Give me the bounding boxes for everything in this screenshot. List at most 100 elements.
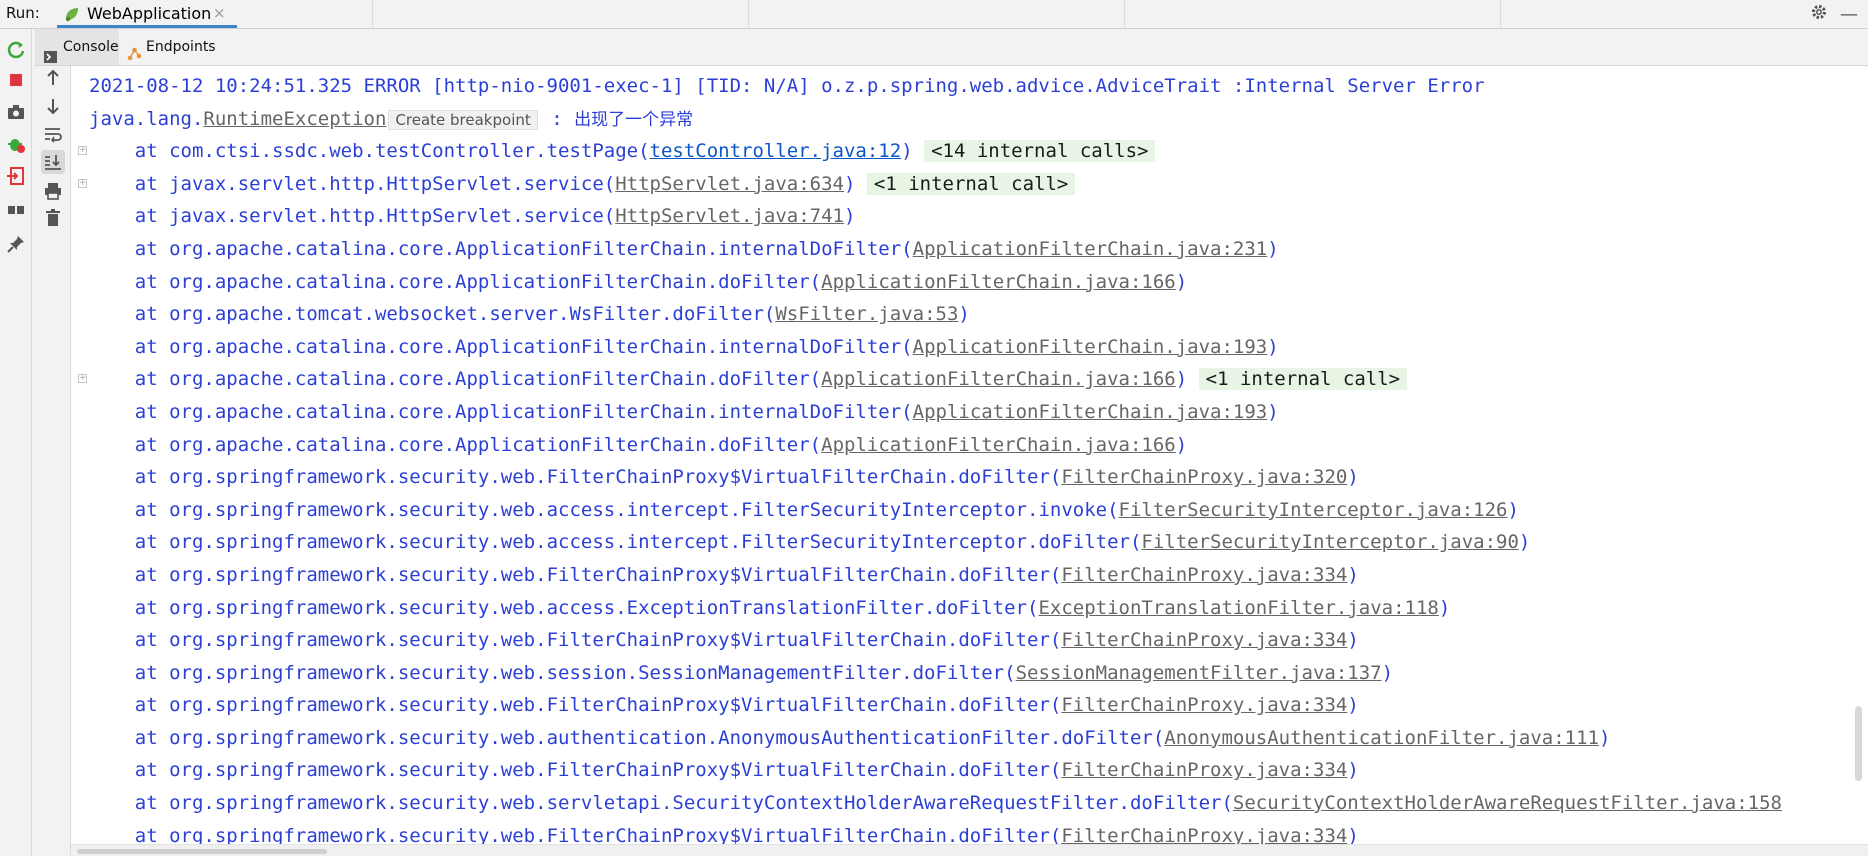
frame-method: org.apache.catalina.core.ApplicationFilt… xyxy=(169,270,810,293)
rerun-icon[interactable] xyxy=(5,39,27,61)
paren: ( xyxy=(763,303,776,326)
divider xyxy=(1124,0,1125,28)
tab-web-application[interactable]: WebApplication × xyxy=(57,0,237,28)
frame-method: org.springframework.security.web.FilterC… xyxy=(169,563,1050,586)
stop-icon[interactable] xyxy=(5,69,27,91)
soft-wrap-icon[interactable] xyxy=(41,122,65,146)
horizontal-scrollbar[interactable] xyxy=(77,849,327,854)
expand-icon[interactable]: + xyxy=(78,178,87,188)
frame-source-link[interactable]: FilterChainProxy.java:334 xyxy=(1061,825,1347,844)
frame-at-prefix: at xyxy=(89,172,170,195)
frame-at-prefix: at xyxy=(89,759,170,782)
paren: ( xyxy=(1049,629,1062,652)
stack-frame-line: at org.springframework.security.web.Filt… xyxy=(89,624,1868,657)
paren: ) xyxy=(1507,498,1519,521)
paren: ( xyxy=(1049,759,1062,782)
paren: ) xyxy=(1381,661,1394,684)
frame-method: org.springframework.security.web.authent… xyxy=(169,726,1153,749)
frame-source-link[interactable]: ApplicationFilterChain.java:231 xyxy=(913,238,1268,260)
paren: ) xyxy=(1598,726,1611,749)
down-arrow-icon[interactable] xyxy=(41,94,65,118)
expand-icon[interactable]: + xyxy=(78,374,87,384)
console-output[interactable]: 2021-08-12 10:24:51.325 ERROR [http-nio-… xyxy=(71,66,1868,844)
frame-at-prefix: at xyxy=(89,303,170,326)
paren: ) xyxy=(1347,563,1359,586)
frame-source-link[interactable]: HttpServlet.java:634 xyxy=(615,173,844,195)
frame-method: org.springframework.security.web.servlet… xyxy=(169,792,1222,815)
frame-method: javax.servlet.http.HttpServlet.service xyxy=(169,172,604,195)
gear-icon[interactable] xyxy=(1810,3,1828,25)
frame-source-link[interactable]: FilterSecurityInterceptor.java:126 xyxy=(1119,499,1508,521)
frame-at-prefix: at xyxy=(89,661,170,684)
frame-method: org.springframework.security.web.FilterC… xyxy=(169,694,1050,717)
frame-at-prefix: at xyxy=(89,498,170,521)
stack-trace: + at com.ctsi.ssdc.web.testController.te… xyxy=(78,135,1868,844)
stack-frame-line: at org.apache.catalina.core.ApplicationF… xyxy=(89,331,1868,364)
paren: ( xyxy=(1004,661,1016,684)
frame-method: org.springframework.security.web.FilterC… xyxy=(169,466,1050,489)
exit-icon[interactable] xyxy=(5,165,27,187)
frame-source-link[interactable]: SecurityContextHolderAwareRequestFilter.… xyxy=(1233,792,1782,814)
frame-source-link[interactable]: FilterSecurityInterceptor.java:90 xyxy=(1141,531,1519,553)
frame-source-link[interactable]: HttpServlet.java:741 xyxy=(615,205,844,227)
print-icon[interactable] xyxy=(41,179,65,203)
frame-source-link[interactable]: FilterChainProxy.java:334 xyxy=(1061,564,1347,586)
frame-source-link[interactable]: FilterChainProxy.java:334 xyxy=(1061,759,1347,781)
minimize-icon[interactable]: — xyxy=(1840,4,1858,25)
console-tool-strip xyxy=(35,66,71,855)
frame-source-link[interactable]: ApplicationFilterChain.java:166 xyxy=(821,434,1176,456)
camera-icon[interactable] xyxy=(5,101,27,123)
trash-icon[interactable] xyxy=(41,206,65,230)
frame-method: org.springframework.security.web.access.… xyxy=(169,531,1130,554)
frame-at-prefix: at xyxy=(89,368,170,391)
frame-source-link[interactable]: ApplicationFilterChain.java:166 xyxy=(821,271,1176,293)
paren: ) xyxy=(1267,335,1279,358)
frame-at-prefix: at xyxy=(89,629,170,652)
scroll-to-end-icon[interactable] xyxy=(41,150,65,174)
vertical-scrollbar[interactable] xyxy=(1855,706,1862,781)
layout-icon[interactable] xyxy=(5,199,27,221)
debug-bug-icon[interactable] xyxy=(5,133,27,155)
frame-source-link[interactable]: FilterChainProxy.java:334 xyxy=(1061,629,1347,651)
internal-calls-fold[interactable]: <14 internal calls> xyxy=(924,140,1156,163)
internal-calls-fold[interactable]: <1 internal call> xyxy=(1198,368,1408,391)
frame-source-link[interactable]: ApplicationFilterChain.java:193 xyxy=(913,336,1268,358)
frame-at-prefix: at xyxy=(89,270,170,293)
frame-at-prefix: at xyxy=(89,694,170,717)
stack-frame-line: at org.springframework.security.web.Filt… xyxy=(89,689,1868,722)
up-arrow-icon[interactable] xyxy=(41,66,65,90)
frame-source-link[interactable]: AnonymousAuthenticationFilter.java:111 xyxy=(1164,727,1599,749)
frame-at-prefix: at xyxy=(89,433,170,456)
console-tabs: Console Endpoints xyxy=(35,29,1868,66)
close-icon[interactable]: × xyxy=(213,4,226,22)
create-breakpoint-button[interactable]: Create breakpoint xyxy=(388,109,538,130)
pin-icon[interactable] xyxy=(5,233,27,255)
tab-title: WebApplication xyxy=(87,4,212,23)
divider xyxy=(372,0,373,28)
frame-source-link[interactable]: ExceptionTranslationFilter.java:118 xyxy=(1038,597,1438,619)
run-toolbar: Run: WebApplication × — xyxy=(0,0,1868,29)
tab-console[interactable]: Console xyxy=(35,29,119,65)
spring-boot-icon xyxy=(63,5,81,27)
frame-method: org.apache.catalina.core.ApplicationFilt… xyxy=(169,335,902,358)
tab-endpoints[interactable]: Endpoints xyxy=(123,29,223,65)
frame-source-link[interactable]: FilterChainProxy.java:334 xyxy=(1061,694,1347,716)
frame-source-link[interactable]: ApplicationFilterChain.java:193 xyxy=(913,401,1268,423)
frame-source-link[interactable]: FilterChainProxy.java:320 xyxy=(1061,466,1347,488)
stack-frame-line: + at javax.servlet.http.HttpServlet.serv… xyxy=(78,168,1868,201)
divider xyxy=(1500,0,1501,28)
paren: ) xyxy=(1347,824,1359,844)
frame-source-link[interactable]: testController.java:12 xyxy=(650,140,902,162)
stack-frame-line: at org.springframework.security.web.acce… xyxy=(89,526,1868,559)
exception-separator: : xyxy=(539,107,575,130)
internal-calls-fold[interactable]: <1 internal call> xyxy=(866,172,1076,195)
frame-source-link[interactable]: WsFilter.java:53 xyxy=(775,303,958,325)
frame-source-link[interactable]: ApplicationFilterChain.java:166 xyxy=(821,368,1176,390)
frame-at-prefix: at xyxy=(89,824,170,844)
expand-icon[interactable]: + xyxy=(78,146,87,156)
stack-frame-line: at org.springframework.security.web.acce… xyxy=(89,592,1868,625)
exception-class-link[interactable]: RuntimeException xyxy=(203,108,386,130)
frame-method: org.apache.tomcat.websocket.server.WsFil… xyxy=(169,303,764,326)
frame-source-link[interactable]: SessionManagementFilter.java:137 xyxy=(1016,662,1382,684)
frame-at-prefix: at xyxy=(89,140,170,163)
